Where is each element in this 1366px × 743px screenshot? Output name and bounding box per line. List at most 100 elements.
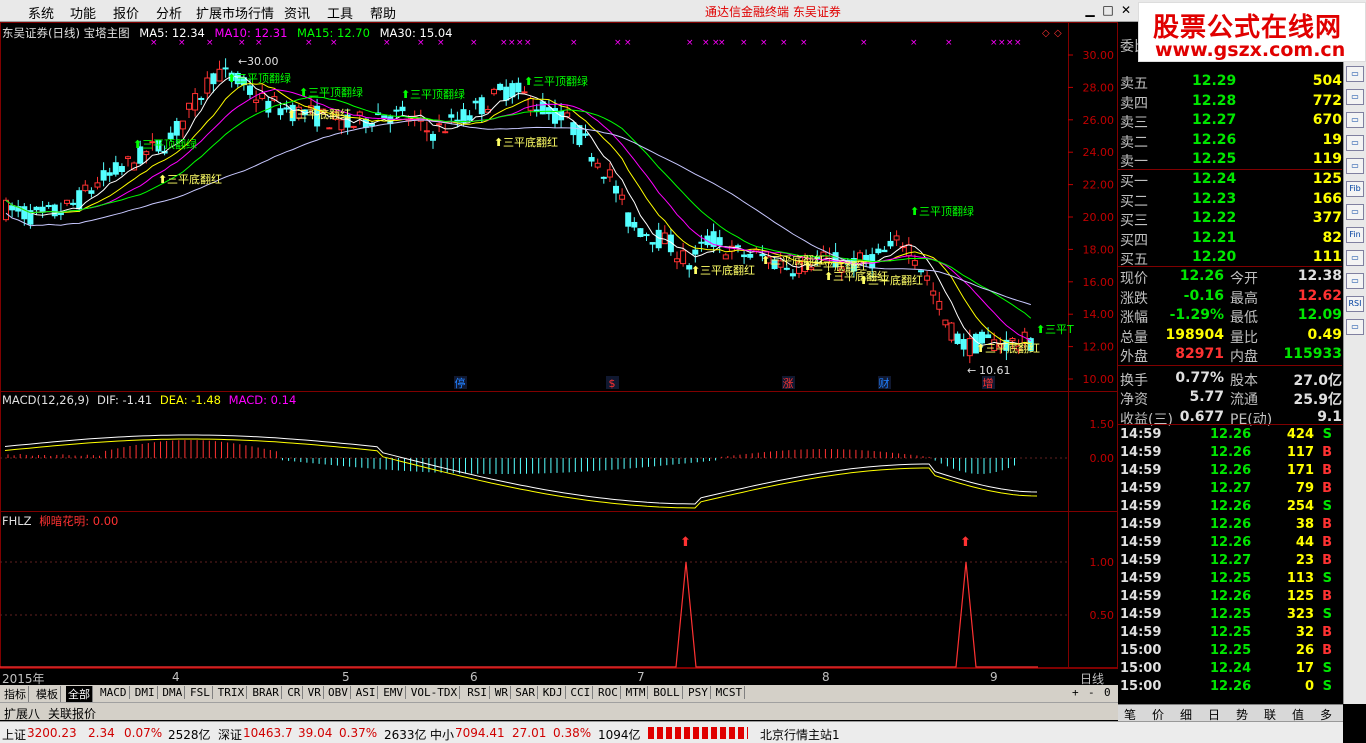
quote-row: 买一 12.24 125	[1118, 171, 1342, 190]
event-tag[interactable]: 增	[983, 376, 994, 390]
minimize-icon[interactable]: ▁	[1082, 2, 1098, 18]
indicator-tab-macd[interactable]: MACD	[98, 686, 130, 699]
tab-related-quote[interactable]: 关联报价	[48, 705, 96, 722]
indicator-tab-emv[interactable]: EMV	[381, 686, 407, 699]
side-tool-icon[interactable]: ▭	[1346, 158, 1364, 174]
indicator-tab-rsi[interactable]: RSI	[465, 686, 491, 699]
chart-area[interactable]: 30.00 28.00 26.00 24.00 22.00 20.00 18.00 16.00…	[0, 22, 1118, 686]
top-pattern-label-arrow: ⬆	[227, 72, 236, 85]
indicator-tab-vr[interactable]: VR	[306, 686, 324, 699]
candle-body	[588, 157, 595, 162]
candle-body	[637, 228, 644, 237]
menu-help[interactable]: 帮助	[370, 3, 396, 22]
sz-percent: 0.37%	[339, 726, 378, 740]
indicator-tab-cr[interactable]: CR	[285, 686, 304, 699]
indicator-tab-fsl[interactable]: FSL	[188, 686, 213, 699]
indicator-tab-sar[interactable]: SAR	[513, 686, 539, 699]
bid-volume: 377	[1312, 210, 1342, 226]
close-icon[interactable]: ✕	[1118, 2, 1134, 18]
tick-volume: 424	[1286, 427, 1314, 442]
ask-volume: 504	[1312, 73, 1342, 89]
price-axis-label: 28.00	[1083, 81, 1115, 94]
side-tool-icon[interactable]: ▭	[1346, 204, 1364, 220]
restore-icon[interactable]: □	[1100, 2, 1116, 18]
side-tool-icon[interactable]: ▭	[1346, 112, 1364, 128]
menu-analysis[interactable]: 分析	[156, 3, 182, 22]
side-tool-icon[interactable]: Fin	[1346, 227, 1364, 243]
candle-body	[783, 267, 790, 270]
zoom-control-2[interactable]: 0	[1104, 686, 1111, 699]
tick-row: 14:59 12.27 23 B	[1118, 553, 1342, 571]
candle-body	[503, 86, 510, 101]
candle-body	[21, 206, 28, 220]
indicator-tab-boll[interactable]: BOLL	[651, 686, 683, 699]
indicator-tab-dmi[interactable]: DMI	[133, 686, 158, 699]
menu-function[interactable]: 功能	[70, 3, 96, 22]
quote-row: 外盘 82971 内盘 115933	[1118, 346, 1342, 365]
tick-volume: 44	[1295, 535, 1314, 550]
zoom-control-0[interactable]: +	[1072, 686, 1079, 699]
indicator-tab-vol-tdx[interactable]: VOL-TDX	[409, 686, 461, 699]
zoom-control-1[interactable]: -	[1088, 686, 1095, 699]
menu-news[interactable]: 资讯	[284, 3, 310, 22]
indicator-tab-cci[interactable]: CCI	[568, 686, 594, 699]
indicator-tab-全部[interactable]: 全部	[66, 686, 93, 702]
indicator-tab-mcst[interactable]: MCST	[714, 686, 746, 699]
stat-label: 外盘	[1120, 349, 1148, 365]
indicator-tab-dma[interactable]: DMA	[160, 686, 186, 699]
side-tool-icon[interactable]: ▭	[1346, 66, 1364, 82]
indicator-tab-asi[interactable]: ASI	[354, 686, 379, 699]
x-marker: ×	[780, 38, 788, 48]
side-tool-icon[interactable]: ▭	[1346, 135, 1364, 151]
stat-value: 12.09	[1297, 307, 1342, 323]
candle-body	[143, 151, 150, 156]
menu-quote[interactable]: 报价	[113, 3, 139, 22]
event-tag[interactable]: 财	[879, 376, 890, 390]
event-tag[interactable]: 停	[455, 376, 466, 390]
indicator-tab-obv[interactable]: OBV	[326, 686, 351, 699]
indicator-tab-trix[interactable]: TRIX	[216, 686, 248, 699]
candle-body	[399, 106, 406, 112]
candle-body	[643, 234, 650, 237]
ask-price: 12.28	[1192, 92, 1237, 109]
main-chart-header: 东吴证券(日线) 宝塔主图 MA5: 12.34 MA10: 12.31 MA1…	[2, 25, 452, 41]
menu-extended-market[interactable]: 扩展市场行情	[196, 3, 274, 22]
ask-label: 卖三	[1120, 115, 1148, 131]
high-arrow: ←	[238, 55, 247, 68]
tick-time: 14:59	[1120, 535, 1162, 550]
tick-list[interactable]: 14:59 12.26 424 S 14:59 12.26 117 B 14:59 12.26 17…	[1118, 424, 1348, 704]
server-name[interactable]: 北京行情主站1	[760, 726, 840, 743]
sz-label: 深证	[218, 728, 243, 742]
indicator-tab-kdj[interactable]: KDJ	[541, 686, 566, 699]
side-tool-icon[interactable]: ▭	[1346, 319, 1364, 335]
indicator-tab-brar[interactable]: BRAR	[250, 686, 282, 699]
bottom-pattern-label: 三平底翻红	[167, 172, 222, 186]
indicator-tab-roc[interactable]: ROC	[596, 686, 621, 699]
side-tool-icon[interactable]: Fib	[1346, 181, 1364, 197]
indicator-tab-指标[interactable]: 指标	[2, 686, 29, 702]
side-tool-icon[interactable]: ▭	[1346, 250, 1364, 266]
tick-price: 12.25	[1210, 607, 1252, 622]
side-tool-icon[interactable]: ▭	[1346, 89, 1364, 105]
window-title: 通达信金融终端 东吴证券	[705, 5, 841, 19]
bid-price: 12.24	[1192, 171, 1237, 187]
tick-price: 12.26	[1210, 499, 1252, 514]
menu-system[interactable]: 系统	[28, 3, 54, 22]
indicator-tab-wr[interactable]: WR	[493, 686, 512, 699]
indicator-tab-mtm[interactable]: MTM	[624, 686, 649, 699]
diamond-marker: ◇	[1054, 28, 1062, 39]
x-marker: ×	[760, 38, 768, 48]
candle-body	[460, 109, 467, 123]
event-tag[interactable]: $	[609, 377, 616, 390]
indicator-tab-模板[interactable]: 模板	[34, 686, 61, 702]
event-tag[interactable]: 涨	[783, 377, 794, 390]
indicator-tab-psy[interactable]: PSY	[686, 686, 711, 699]
tab-extended-eight[interactable]: 扩展八	[4, 705, 40, 722]
side-tool-icon[interactable]: RSI	[1346, 296, 1364, 312]
menu-tools[interactable]: 工具	[327, 3, 353, 22]
tick-side: B	[1322, 517, 1332, 532]
ma15-line	[5, 88, 1032, 342]
candle-body	[76, 190, 83, 210]
side-tool-icon[interactable]: ▭	[1346, 273, 1364, 289]
date-axis: 2015年 4 5 6 7 8 9 日线	[0, 668, 1118, 686]
